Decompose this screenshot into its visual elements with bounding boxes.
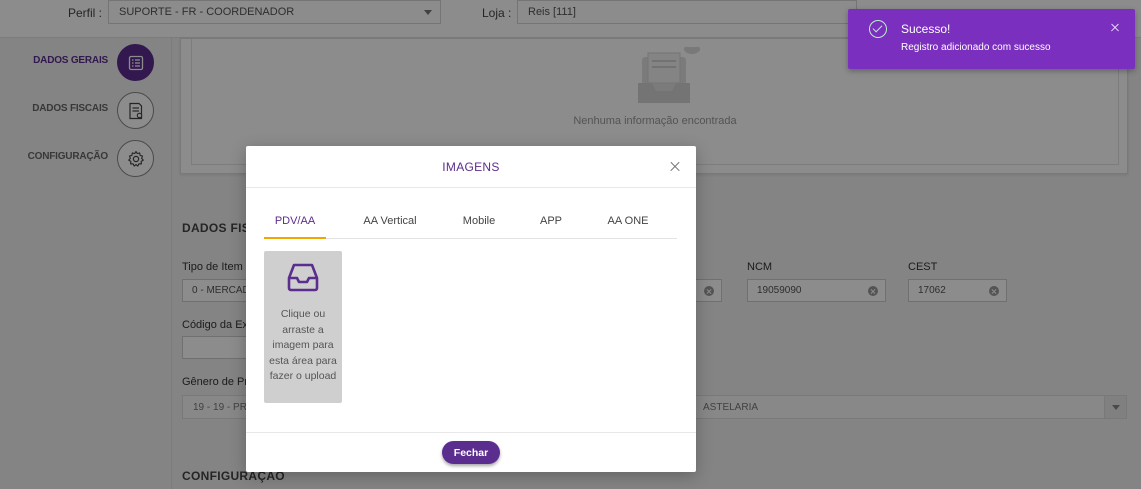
close-icon[interactable] — [1110, 23, 1119, 32]
modal-header: IMAGENS — [246, 146, 696, 188]
tab-aa-vertical[interactable]: AA Vertical — [351, 215, 429, 239]
image-upload-dropzone[interactable]: Clique ou arraste a imagem para esta áre… — [264, 251, 342, 403]
inbox-icon — [287, 262, 319, 297]
tab-app[interactable]: APP — [531, 215, 571, 239]
toast-title: Sucesso! — [901, 22, 951, 36]
success-toast: Sucesso! Registro adicionado com sucesso — [848, 9, 1135, 69]
toast-message: Registro adicionado com sucesso — [901, 42, 1051, 53]
tab-aa-one[interactable]: AA ONE — [598, 215, 658, 239]
close-button[interactable]: Fechar — [442, 441, 500, 464]
upload-instructions: Clique ou arraste a imagem para esta áre… — [269, 308, 337, 382]
modal-footer: Fechar — [246, 432, 696, 472]
check-circle-icon — [869, 20, 887, 38]
image-tabs: PDV/AA AA Vertical Mobile APP AA ONE — [264, 212, 677, 239]
images-modal: IMAGENS PDV/AA AA Vertical Mobile APP AA… — [246, 146, 696, 472]
tab-mobile[interactable]: Mobile — [453, 215, 505, 239]
close-icon[interactable] — [669, 160, 681, 172]
modal-title: IMAGENS — [442, 160, 500, 174]
tab-pdv-aa[interactable]: PDV/AA — [264, 215, 326, 239]
